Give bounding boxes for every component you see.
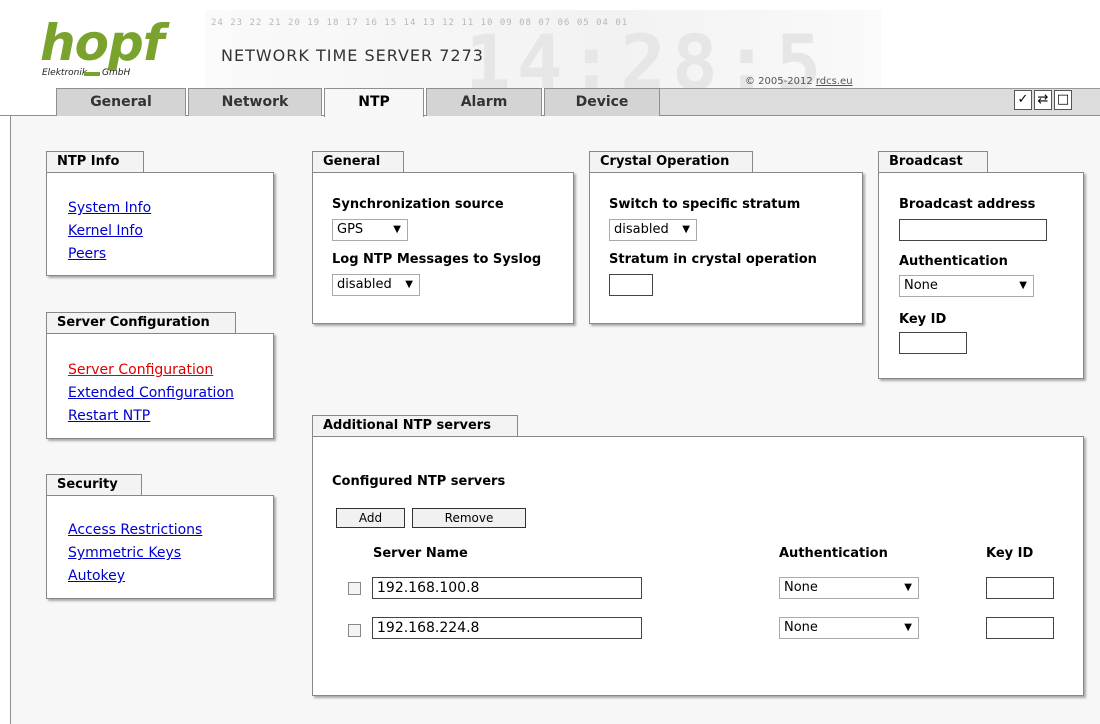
chevron-down-icon: ▼ <box>405 279 413 290</box>
link-server-configuration[interactable]: Server Configuration <box>68 362 213 378</box>
server-row-checkbox[interactable] <box>348 624 361 637</box>
add-button[interactable]: Add <box>336 508 405 528</box>
remove-button[interactable]: Remove <box>412 508 526 528</box>
apply-icon[interactable]: ✓ <box>1014 90 1032 110</box>
log-syslog-select[interactable]: disabled ▼ <box>332 274 420 296</box>
ntp-info-title: NTP Info <box>46 151 144 172</box>
col-server-name: Server Name <box>373 546 468 561</box>
tab-bar: General Network NTP Alarm Device ✓ ⇄ □ <box>0 88 1100 117</box>
chevron-down-icon: ▼ <box>682 224 690 235</box>
page-title: NETWORK TIME SERVER 7273 <box>221 46 484 65</box>
col-authentication: Authentication <box>779 546 888 561</box>
hopf-logo: hopf Elektronik GmbH <box>38 14 168 80</box>
additional-servers-panel: Configured NTP servers Add Remove Server… <box>312 436 1084 696</box>
tab-general[interactable]: General <box>56 88 186 116</box>
tab-alarm[interactable]: Alarm <box>426 88 542 116</box>
chevron-down-icon: ▼ <box>393 224 401 235</box>
chevron-down-icon: ▼ <box>904 582 912 593</box>
server-row-checkbox[interactable] <box>348 582 361 595</box>
broadcast-panel: Broadcast address Authentication None ▼ K… <box>878 172 1084 379</box>
server-name-input[interactable]: 192.168.224.8 <box>372 617 642 639</box>
logo-bar <box>84 72 100 76</box>
link-peers[interactable]: Peers <box>68 246 106 262</box>
broadcast-keyid-input[interactable] <box>899 332 967 354</box>
link-restart-ntp[interactable]: Restart NTP <box>68 408 150 424</box>
crystal-stratum-input[interactable] <box>609 274 653 296</box>
col-key-id: Key ID <box>986 546 1034 561</box>
broadcast-title: Broadcast <box>878 151 988 172</box>
toolbar: ✓ ⇄ □ <box>1014 90 1072 112</box>
broadcast-auth-select[interactable]: None ▼ <box>899 275 1034 297</box>
switch-stratum-label: Switch to specific stratum <box>609 197 801 212</box>
banner: 24 23 22 21 20 19 18 17 16 15 14 13 12 1… <box>205 10 881 88</box>
content-area: NTP Info System Info Kernel Info Peers S… <box>10 116 1100 724</box>
logo-text: hopf <box>40 14 164 72</box>
security-title: Security <box>46 474 142 495</box>
crystal-panel: Switch to specific stratum disabled ▼ Str… <box>589 172 863 324</box>
link-symmetric-keys[interactable]: Symmetric Keys <box>68 545 181 561</box>
server-auth-select[interactable]: None ▼ <box>779 617 919 639</box>
server-config-title: Server Configuration <box>46 312 236 333</box>
tab-device[interactable]: Device <box>544 88 660 116</box>
server-config-panel: Server Configuration Extended Configurat… <box>46 333 274 439</box>
broadcast-keyid-label: Key ID <box>899 312 947 327</box>
logo-sub-right: GmbH <box>102 68 131 78</box>
link-access-restrictions[interactable]: Access Restrictions <box>68 522 202 538</box>
broadcast-address-label: Broadcast address <box>899 197 1036 212</box>
general-panel: Synchronization source GPS ▼ Log NTP Mess… <box>312 172 574 324</box>
header: hopf Elektronik GmbH 24 23 22 21 20 19 1… <box>0 0 1100 88</box>
general-title: General <box>312 151 404 172</box>
server-keyid-input[interactable] <box>986 577 1054 599</box>
additional-servers-title: Additional NTP servers <box>312 415 518 436</box>
configured-servers-heading: Configured NTP servers <box>332 474 506 489</box>
link-extended-configuration[interactable]: Extended Configuration <box>68 385 234 401</box>
log-syslog-label: Log NTP Messages to Syslog <box>332 252 542 267</box>
document-icon[interactable]: □ <box>1054 90 1072 110</box>
broadcast-auth-label: Authentication <box>899 254 1008 269</box>
sync-source-label: Synchronization source <box>332 197 504 212</box>
link-system-info[interactable]: System Info <box>68 200 151 216</box>
security-panel: Access Restrictions Symmetric Keys Autok… <box>46 495 274 599</box>
logo-sub-left: Elektronik <box>42 68 88 78</box>
broadcast-address-input[interactable] <box>899 219 1047 241</box>
link-kernel-info[interactable]: Kernel Info <box>68 223 143 239</box>
refresh-icon[interactable]: ⇄ <box>1034 90 1052 110</box>
switch-stratum-select[interactable]: disabled ▼ <box>609 219 697 241</box>
sync-source-select[interactable]: GPS ▼ <box>332 219 408 241</box>
crystal-stratum-label: Stratum in crystal operation <box>609 252 817 267</box>
tab-network[interactable]: Network <box>188 88 322 116</box>
ntp-info-panel: System Info Kernel Info Peers <box>46 172 274 276</box>
link-autokey[interactable]: Autokey <box>68 568 125 584</box>
server-keyid-input[interactable] <box>986 617 1054 639</box>
copyright-link[interactable]: rdcs.eu <box>816 76 853 87</box>
crystal-title: Crystal Operation <box>589 151 753 172</box>
copyright: © 2005-2012 rdcs.eu <box>745 76 853 87</box>
server-name-input[interactable]: 192.168.100.8 <box>372 577 642 599</box>
tab-ntp[interactable]: NTP <box>324 88 424 117</box>
chevron-down-icon: ▼ <box>904 622 912 633</box>
chevron-down-icon: ▼ <box>1019 280 1027 291</box>
server-auth-select[interactable]: None ▼ <box>779 577 919 599</box>
